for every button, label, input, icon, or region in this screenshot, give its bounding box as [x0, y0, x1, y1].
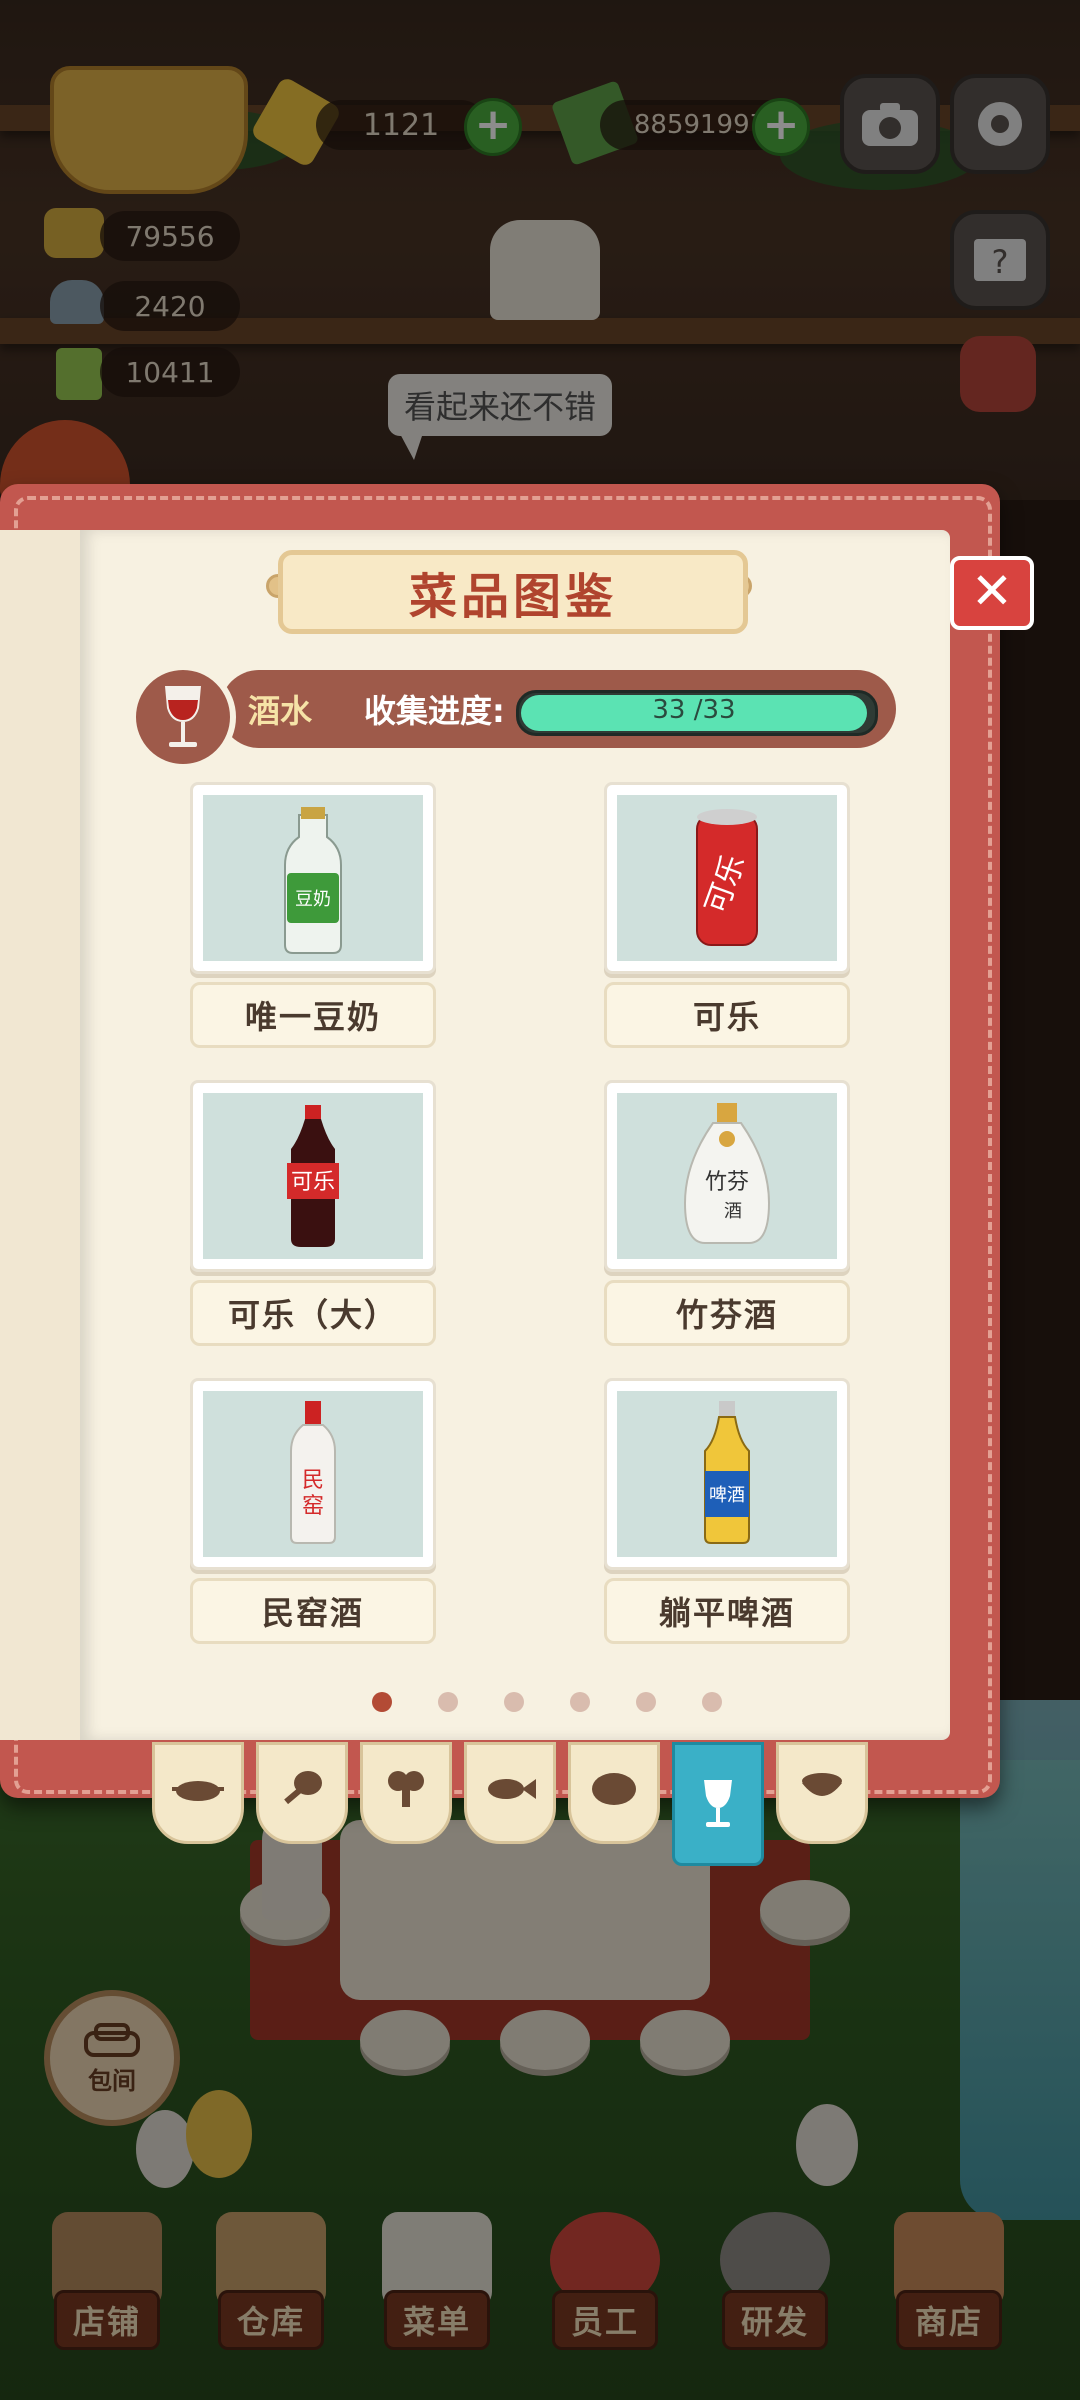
cola-can-icon: 可乐	[696, 809, 758, 946]
item-name: 可乐（大）	[190, 1280, 436, 1346]
soup-bowl-icon	[802, 1773, 842, 1796]
drumstick-icon	[284, 1771, 322, 1805]
category-tab[interactable]	[152, 1742, 244, 1844]
svg-text:竹芬: 竹芬	[705, 1170, 749, 1195]
page-indicator-dot[interactable]	[438, 1692, 458, 1712]
close-icon: ✕	[971, 562, 1013, 620]
book-title-text: 菜品图鉴	[408, 569, 617, 625]
wine-glass-icon	[165, 686, 201, 747]
cola-bottle-icon: 可乐	[287, 1105, 339, 1247]
wok-icon	[172, 1781, 224, 1801]
collection-item-card[interactable]: 可乐	[190, 1080, 436, 1272]
progress-label: 收集进度:	[364, 692, 505, 730]
svg-text:民: 民	[302, 1468, 324, 1493]
page-indicator-dot[interactable]	[702, 1692, 722, 1712]
fish-icon	[488, 1779, 536, 1799]
item-name: 竹芬酒	[604, 1280, 850, 1346]
bread-icon	[592, 1773, 636, 1805]
page-indicator-dot[interactable]	[372, 1692, 392, 1712]
item-name: 唯一豆奶	[190, 982, 436, 1048]
item-name: 可乐	[604, 982, 850, 1048]
collection-item-card[interactable]: 啤酒	[604, 1378, 850, 1570]
progress-text: 33 /33	[516, 690, 872, 730]
item-image: 啤酒	[617, 1391, 837, 1557]
collection-item-card[interactable]: 可乐	[604, 782, 850, 974]
collection-item-card[interactable]: 豆奶	[190, 782, 436, 974]
category-tab[interactable]	[672, 1742, 764, 1866]
item-image: 豆奶	[203, 795, 423, 961]
category-tab[interactable]	[464, 1742, 556, 1844]
item-name: 躺平啤酒	[604, 1578, 850, 1644]
svg-text:窑: 窑	[302, 1494, 324, 1519]
broccoli-icon	[388, 1771, 424, 1807]
collection-item-card[interactable]: 竹芬酒	[604, 1080, 850, 1272]
book-title: 菜品图鉴	[278, 550, 748, 634]
page-indicator-dot[interactable]	[636, 1692, 656, 1712]
category-tab[interactable]	[568, 1742, 660, 1844]
item-image: 可乐	[617, 795, 837, 961]
page-indicator-dot[interactable]	[504, 1692, 524, 1712]
close-button[interactable]: ✕	[950, 556, 1034, 630]
svg-text:可乐: 可乐	[291, 1170, 335, 1195]
category-tab[interactable]	[256, 1742, 348, 1844]
category-tab[interactable]	[360, 1742, 452, 1844]
liquor-bottle-icon: 竹芬酒	[683, 1103, 771, 1244]
beer-bottle-icon: 啤酒	[704, 1401, 750, 1544]
category-tab[interactable]	[776, 1742, 868, 1844]
item-name: 民窑酒	[190, 1578, 436, 1644]
item-image: 民窑	[203, 1391, 423, 1557]
svg-text:豆奶: 豆奶	[295, 889, 331, 910]
collection-item-card[interactable]: 民窑	[190, 1378, 436, 1570]
item-image: 可乐	[203, 1093, 423, 1259]
page-indicator-dot[interactable]	[570, 1692, 590, 1712]
category-name: 酒水	[248, 692, 313, 730]
baijiu-bottle-icon: 民窑	[290, 1401, 336, 1544]
wine-glass-icon	[704, 1780, 732, 1827]
soy-milk-bottle-icon: 豆奶	[284, 807, 342, 954]
category-icon	[130, 664, 236, 770]
progress-value: 33 /33	[652, 695, 736, 725]
item-image: 竹芬酒	[617, 1093, 837, 1259]
svg-text:酒: 酒	[724, 1201, 742, 1222]
svg-text:啤酒: 啤酒	[709, 1485, 745, 1506]
